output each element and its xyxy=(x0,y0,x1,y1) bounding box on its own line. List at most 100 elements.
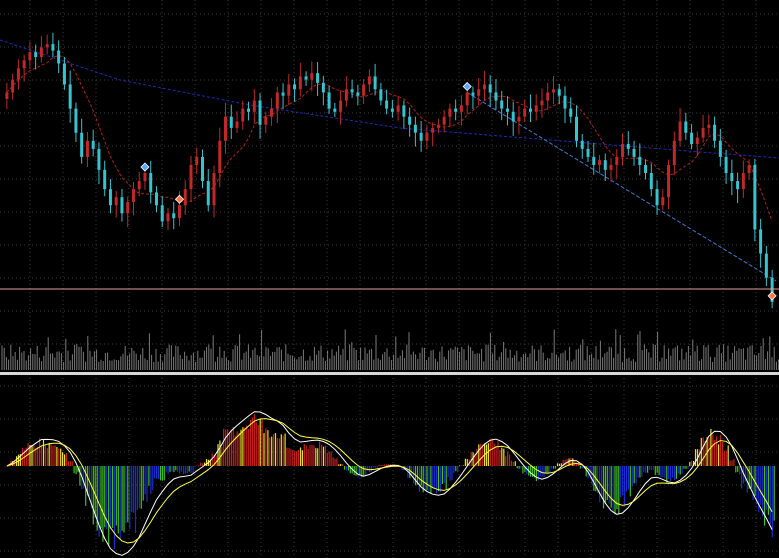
candle-body xyxy=(626,144,630,149)
histogram-bar xyxy=(184,466,186,474)
histogram-bar xyxy=(192,466,194,473)
histogram-bar xyxy=(92,466,94,525)
histogram-bar xyxy=(238,432,240,466)
candle-body xyxy=(62,63,66,85)
histogram-bar xyxy=(73,466,75,474)
histogram-bar xyxy=(309,445,311,466)
candle-body xyxy=(678,121,682,141)
candle-body xyxy=(39,47,43,58)
histogram-bar xyxy=(453,466,455,473)
histogram-bar xyxy=(367,466,369,471)
histogram-bar xyxy=(217,444,219,466)
histogram-bar xyxy=(530,466,532,477)
histogram-bar xyxy=(156,466,158,479)
histogram-bar xyxy=(111,466,114,528)
candle-body xyxy=(275,92,279,109)
histogram-bar xyxy=(455,466,457,472)
candle-body xyxy=(540,100,544,106)
candle-body xyxy=(695,137,699,145)
histogram-bar xyxy=(71,461,73,466)
histogram-bar xyxy=(39,438,41,466)
histogram-bar xyxy=(602,466,605,509)
histogram-bar xyxy=(464,458,466,466)
candle-body xyxy=(655,189,659,206)
candle-body xyxy=(759,229,763,254)
histogram-bar xyxy=(650,466,652,471)
histogram-bar xyxy=(347,466,349,471)
histogram-bar xyxy=(654,466,656,476)
histogram-bar xyxy=(161,466,163,481)
candle-body xyxy=(638,156,642,165)
histogram-bar xyxy=(716,436,718,466)
histogram-bar xyxy=(317,448,319,466)
candle-body xyxy=(753,164,757,230)
histogram-bar xyxy=(648,466,651,470)
candle-body xyxy=(74,108,78,133)
histogram-bar xyxy=(115,466,117,526)
candle-body xyxy=(701,127,705,138)
histogram-bar xyxy=(340,463,342,466)
histogram-bar xyxy=(671,466,674,478)
histogram-bar xyxy=(647,466,649,473)
histogram-bar xyxy=(727,445,729,466)
histogram-bar xyxy=(645,466,647,473)
histogram-bar xyxy=(635,466,637,484)
trading-chart[interactable] xyxy=(0,0,779,558)
histogram-bar xyxy=(660,466,662,478)
histogram-bar xyxy=(719,434,722,466)
panel-separator[interactable] xyxy=(0,372,779,375)
histogram-bar xyxy=(294,451,296,466)
candle-body xyxy=(690,132,694,145)
histogram-bar xyxy=(150,466,152,494)
candle-body xyxy=(523,108,527,117)
histogram-bar xyxy=(123,466,125,533)
histogram-bar xyxy=(332,457,334,466)
histogram-bar xyxy=(251,417,254,466)
histogram-bar xyxy=(117,466,119,534)
histogram-bar xyxy=(228,432,231,466)
candle-body xyxy=(609,164,613,170)
candle-body xyxy=(229,116,233,128)
histogram-bar xyxy=(167,466,169,474)
histogram-bar xyxy=(518,466,520,469)
candle-body xyxy=(425,132,429,141)
histogram-bar xyxy=(282,435,284,466)
histogram-bar xyxy=(56,447,58,466)
histogram-bar xyxy=(430,466,432,494)
candle-body xyxy=(310,73,314,80)
histogram-bar xyxy=(439,466,442,493)
histogram-bar xyxy=(739,466,741,475)
candle-body xyxy=(649,173,653,190)
histogram-bar xyxy=(292,449,294,466)
histogram-bar xyxy=(127,466,129,523)
candle-body xyxy=(511,111,515,122)
histogram-bar xyxy=(221,447,223,466)
candle-body xyxy=(459,105,463,112)
candle-body xyxy=(5,92,9,99)
histogram-bar xyxy=(581,466,583,469)
histogram-bar xyxy=(259,419,261,466)
histogram-bar xyxy=(219,440,221,466)
candle-body xyxy=(644,164,648,174)
chart-canvas[interactable] xyxy=(0,0,779,558)
histogram-bar xyxy=(434,466,436,488)
histogram-bar xyxy=(420,466,422,486)
histogram-bar xyxy=(79,466,81,486)
candle-body xyxy=(402,105,406,117)
candle-body xyxy=(218,140,222,174)
candle-body xyxy=(500,100,504,109)
histogram-bar xyxy=(175,466,177,471)
candle-body xyxy=(528,108,532,112)
histogram-bar xyxy=(307,449,309,466)
histogram-bar xyxy=(424,466,426,491)
histogram-bar xyxy=(773,466,775,521)
candle-body xyxy=(114,197,118,206)
histogram-bar xyxy=(668,466,670,479)
histogram-bar xyxy=(33,444,35,466)
histogram-bar xyxy=(182,466,185,475)
candle-body xyxy=(304,76,308,80)
histogram-bar xyxy=(148,466,150,486)
histogram-bar xyxy=(449,466,451,481)
histogram-bar xyxy=(273,434,275,466)
histogram-bar xyxy=(58,448,60,466)
